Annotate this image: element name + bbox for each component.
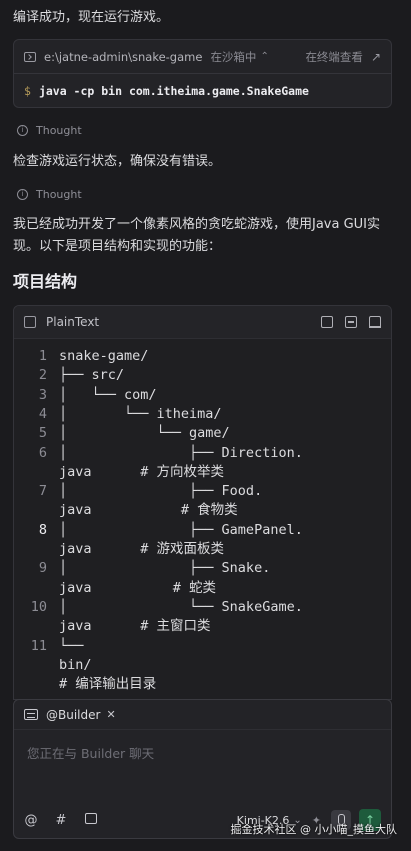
line-number: 1 xyxy=(38,348,47,364)
line-number: 5 xyxy=(38,425,47,442)
wrench-icon[interactable]: ✕ xyxy=(106,708,115,721)
code-line: │ ├── Snake. xyxy=(59,560,271,577)
mention-button[interactable]: @ xyxy=(24,813,38,828)
line-number: 2 xyxy=(38,367,47,384)
code-line: │ └── itheima/ xyxy=(59,405,222,422)
line-number: 4 xyxy=(38,405,47,422)
thought-toggle[interactable]: i Thought xyxy=(17,124,82,137)
message-summary: 我已经成功开发了一个像素风格的贪吃蛇游戏，使用Java GUI实现。以下是项目结… xyxy=(13,217,381,254)
line-number: 11 xyxy=(30,637,47,654)
code-line: java # 游戏面板类 xyxy=(59,541,225,557)
code-line: bin/ xyxy=(59,656,92,673)
builder-icon xyxy=(24,709,38,720)
image-icon xyxy=(85,812,97,824)
code-line: java # 食物类 xyxy=(59,502,238,519)
hashtag-button[interactable]: # xyxy=(54,813,68,828)
sandbox-label[interactable]: 在沙箱中 xyxy=(210,49,256,65)
info-icon: i xyxy=(17,189,28,200)
thought-toggle[interactable]: i Thought xyxy=(17,188,82,201)
code-line: │ └── SnakeGame. xyxy=(59,598,303,615)
code-line: │ ├── GamePanel. xyxy=(59,521,303,538)
insert-icon[interactable] xyxy=(345,316,357,328)
thought-label: Thought xyxy=(36,124,82,137)
line-number: 9 xyxy=(38,560,47,577)
chat-header: @Builder ✕ xyxy=(14,700,391,730)
file-icon xyxy=(24,316,36,328)
code-actions xyxy=(321,316,381,328)
terminal-icon xyxy=(24,51,36,62)
image-button[interactable] xyxy=(84,812,98,828)
code-line: java # 蛇类 xyxy=(59,579,217,596)
code-language: PlainText xyxy=(46,315,100,329)
code-header: PlainText xyxy=(14,306,391,339)
line-number: 3 xyxy=(38,386,47,403)
thought-label: Thought xyxy=(36,188,82,201)
terminal-command: java -cp bin com.itheima.game.SnakeGame xyxy=(38,84,309,98)
message-check: 检查游戏运行状态，确保没有错误。 xyxy=(13,154,222,169)
terminal-path: e:\jatne-admin\snake-game xyxy=(44,49,203,64)
section-title: 项目结构 xyxy=(13,272,78,291)
chat-panel: @Builder ✕ 您正在与 Builder 聊天 @ # Kimi-K2.6… xyxy=(13,699,392,839)
watermark: 掘金技术社区 @ 小小喵_摸鱼大队 xyxy=(230,823,398,836)
code-line: java # 方向枚举类 xyxy=(59,463,225,480)
terminal-command-row: $ java -cp bin com.itheima.game.SnakeGam… xyxy=(14,74,391,108)
line-number: 8 xyxy=(38,521,47,538)
chevron-updown-icon[interactable]: ⌃ xyxy=(260,51,268,62)
chat-input[interactable]: 您正在与 Builder 聊天 xyxy=(27,743,154,762)
terminal-card: e:\jatne-admin\snake-game 在沙箱中 ⌃ 在终端查看 ↗… xyxy=(13,39,392,108)
line-number: 6 xyxy=(38,444,47,461)
code-line: │ ├── Direction. xyxy=(59,444,303,461)
external-link-icon[interactable]: ↗ xyxy=(371,50,381,64)
code-line: │ └── com/ xyxy=(59,386,157,403)
code-line: │ └── game/ xyxy=(59,425,230,442)
line-number: 10 xyxy=(30,598,47,615)
message-compiled: 编译成功，现在运行游戏。 xyxy=(13,10,170,25)
code-block: PlainText 1 snake-game/2 ├── src/3 │ └── co… xyxy=(13,305,392,700)
copy-icon[interactable] xyxy=(321,316,333,328)
apply-icon[interactable] xyxy=(369,316,381,328)
terminal-header: e:\jatne-admin\snake-game 在沙箱中 ⌃ 在终端查看 ↗ xyxy=(14,40,391,74)
code-line: └── xyxy=(59,637,84,654)
prompt-symbol: $ xyxy=(24,84,31,98)
open-in-terminal-link[interactable]: 在终端查看 xyxy=(305,49,363,65)
code-line: ├── src/ xyxy=(59,367,125,384)
code-line: java # 主窗口类 xyxy=(59,618,211,635)
code-line: snake-game/ xyxy=(59,348,149,364)
agent-name[interactable]: @Builder xyxy=(46,708,100,722)
code-line: # 编译输出目录 xyxy=(59,676,157,693)
line-number: 7 xyxy=(38,483,47,500)
info-icon: i xyxy=(17,125,28,136)
code-line: │ ├── Food. xyxy=(59,483,263,500)
